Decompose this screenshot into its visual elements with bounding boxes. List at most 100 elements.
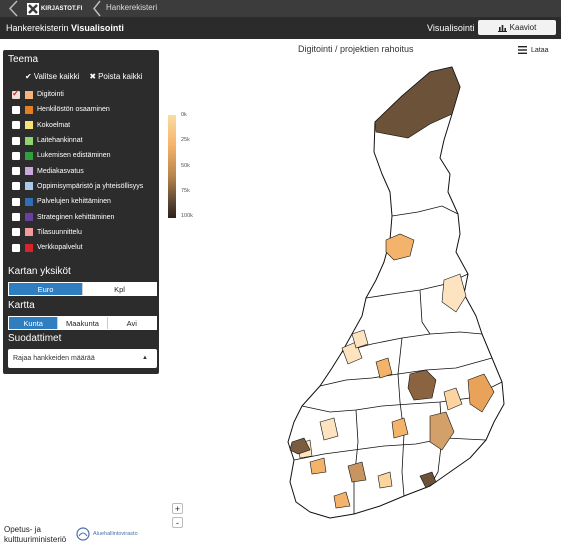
top-breadcrumb-bar: KIRJASTOT.FI Hankerekisteri: [0, 0, 561, 17]
filter-panel: Teema ✔ Valitse kaikki ✖ Poista kaikki D…: [3, 50, 159, 374]
theme-color-swatch: [25, 167, 33, 176]
bar-chart-icon: [497, 24, 507, 32]
legend-tick: 50k: [181, 163, 190, 169]
avi-logo-text: Aluehallintovirasto: [93, 531, 138, 537]
theme-color-swatch: [25, 213, 33, 222]
page-title: Hankerekisterin Visualisointi: [6, 23, 124, 33]
theme-checkbox[interactable]: [12, 213, 20, 222]
theme-label: Lukemisen edistäminen: [37, 152, 111, 160]
kartan-yksikot-heading: Kartan yksiköt: [8, 266, 71, 277]
nav-kaaviot-label: Kaaviot: [509, 23, 537, 32]
unit-toggle: Euro Kpl: [8, 282, 157, 296]
legend-gradient: [168, 115, 176, 218]
select-all-button[interactable]: ✔ Valitse kaikki: [25, 72, 79, 81]
ministry-line-2: kulttuuriministeriö: [4, 535, 67, 544]
nav-visualisointi[interactable]: Visualisointi: [427, 23, 474, 33]
theme-item[interactable]: Mediakasvatus: [12, 163, 157, 178]
theme-color-swatch: [25, 151, 33, 160]
unit-option[interactable]: Euro: [9, 283, 82, 295]
theme-checkbox[interactable]: [12, 136, 20, 145]
theme-label: Strateginen kehittäminen: [37, 213, 115, 221]
theme-color-swatch: [25, 121, 33, 130]
close-icon: ✖: [89, 72, 97, 81]
filter-select[interactable]: Rajaa hankkeiden määrää ▲: [8, 349, 157, 368]
zoom-in-button[interactable]: +: [172, 503, 183, 514]
theme-label: Oppimisympäristö ja yhteisöllisyys: [37, 182, 144, 190]
select-all-label: Valitse kaikki: [33, 72, 80, 81]
select-row: ✔ Valitse kaikki ✖ Poista kaikki: [25, 72, 143, 81]
theme-color-swatch: [25, 243, 33, 252]
theme-item[interactable]: Tilasuunnittelu: [12, 225, 157, 240]
theme-item[interactable]: Palvelujen kehittäminen: [12, 194, 157, 209]
theme-color-swatch: [25, 105, 33, 114]
kirjastot-logo-icon: [27, 2, 39, 15]
map-level-option[interactable]: Kunta: [9, 317, 58, 329]
legend-tick: 100k: [181, 213, 193, 219]
check-icon: ✔: [25, 72, 32, 81]
map-title: Digitointi / projektien rahoitus: [298, 44, 414, 54]
ministry-line-1: Opetus- ja: [4, 525, 41, 534]
theme-color-swatch: [25, 197, 33, 206]
map-level-option[interactable]: Avi: [106, 317, 156, 329]
nav-kaaviot-button[interactable]: Kaaviot: [478, 20, 556, 35]
theme-color-swatch: [25, 136, 33, 145]
theme-checkbox[interactable]: [12, 105, 20, 114]
theme-color-swatch: [25, 228, 33, 237]
unit-option[interactable]: Kpl: [82, 283, 156, 295]
theme-item[interactable]: Verkkopalvelut: [12, 240, 157, 255]
theme-checkbox[interactable]: [12, 88, 20, 99]
filter-select-value: Rajaa hankkeiden määrää: [13, 355, 95, 362]
avi-logo: Aluehallintovirasto: [76, 525, 146, 543]
theme-label: Verkkopalvelut: [37, 244, 83, 252]
theme-checkbox[interactable]: [12, 197, 20, 206]
legend-tick: 25k: [181, 137, 190, 143]
theme-item[interactable]: Laitehankinnat: [12, 133, 157, 148]
theme-item[interactable]: Lukemisen edistäminen: [12, 148, 157, 163]
theme-item[interactable]: Henkilöstön osaaminen: [12, 102, 157, 117]
zoom-out-button[interactable]: -: [172, 517, 183, 528]
theme-label: Laitehankinnat: [37, 137, 83, 145]
legend-tick: 0k: [181, 112, 187, 118]
map-level-toggle: Kunta Maakunta Avi: [8, 316, 157, 330]
suodattimet-heading: Suodattimet: [8, 333, 62, 344]
legend-tick: 75k: [181, 188, 190, 194]
breadcrumb-hankerekisteri[interactable]: Hankerekisteri: [106, 3, 157, 12]
theme-checkbox[interactable]: [12, 167, 20, 176]
avi-logo-icon: [76, 527, 90, 541]
theme-checkbox[interactable]: [12, 182, 20, 191]
theme-label: Palvelujen kehittäminen: [37, 198, 111, 206]
theme-item[interactable]: Kokoelmat: [12, 118, 157, 133]
theme-checkbox[interactable]: [12, 243, 20, 252]
theme-checkbox[interactable]: [12, 151, 20, 160]
map-level-option[interactable]: Maakunta: [57, 317, 106, 329]
theme-item[interactable]: Oppimisympäristö ja yhteisöllisyys: [12, 179, 157, 194]
ministry-label: Opetus- ja kulttuuriministeriö: [4, 525, 66, 545]
theme-list: Digitointi Henkilöstön osaaminen Kokoelmat…: [12, 87, 157, 255]
theme-color-swatch: [25, 90, 33, 99]
download-button[interactable]: Lataa: [518, 46, 549, 54]
remove-all-button[interactable]: ✖ Poista kaikki: [89, 72, 142, 81]
remove-all-label: Poista kaikki: [98, 72, 143, 81]
kirjastot-logo[interactable]: KIRJASTOT.FI: [27, 2, 83, 15]
caret-down-icon: ▲: [142, 355, 148, 361]
theme-item[interactable]: Digitointi: [12, 87, 157, 102]
download-label: Lataa: [531, 46, 549, 54]
theme-checkbox[interactable]: [12, 121, 20, 130]
chevron-left-icon: [93, 0, 101, 17]
chevron-left-icon[interactable]: [8, 0, 20, 17]
kartta-heading: Kartta: [8, 300, 35, 311]
logo-text: KIRJASTOT.FI: [41, 5, 83, 12]
theme-item[interactable]: Strateginen kehittäminen: [12, 209, 157, 224]
theme-label: Henkilöstön osaaminen: [37, 106, 110, 114]
theme-label: Mediakasvatus: [37, 167, 84, 175]
app-header: Hankerekisterin Visualisointi Visualisoi…: [0, 17, 561, 39]
municipality-light: [385, 233, 415, 261]
page-title-bold: Visualisointi: [71, 23, 124, 33]
finland-map[interactable]: [280, 62, 510, 532]
theme-checkbox[interactable]: [12, 228, 20, 237]
theme-label: Digitointi: [37, 91, 64, 99]
theme-label: Kokoelmat: [37, 121, 71, 129]
page-title-prefix: Hankerekisterin: [6, 23, 69, 33]
menu-icon: [518, 46, 527, 54]
theme-label: Tilasuunnittelu: [37, 228, 82, 236]
